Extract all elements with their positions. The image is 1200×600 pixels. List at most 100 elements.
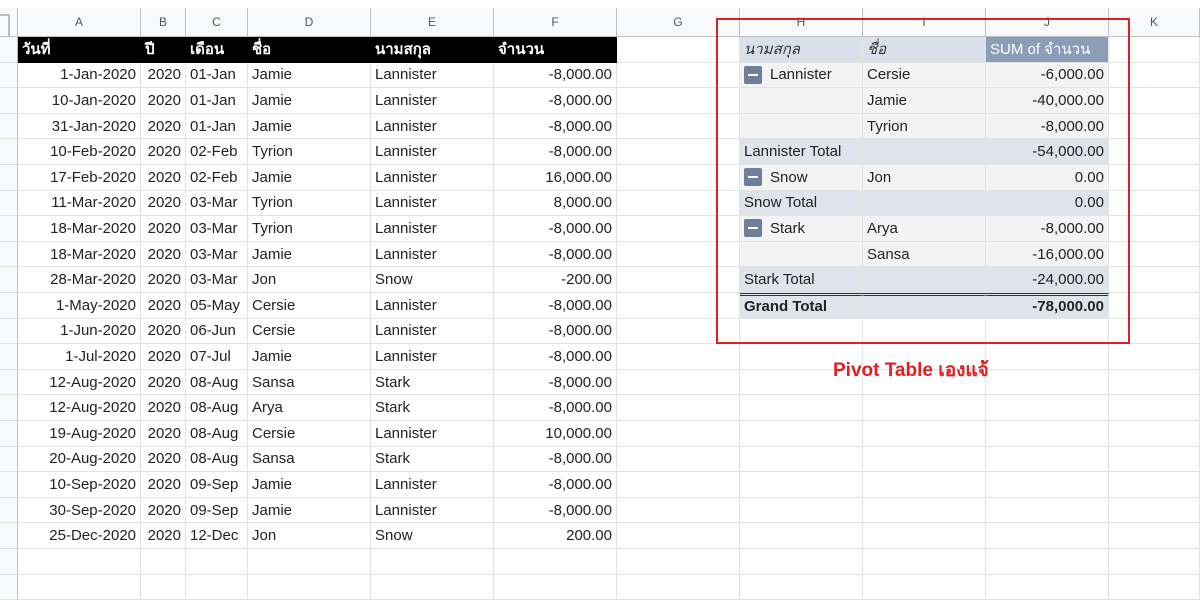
row-header[interactable]: [0, 62, 18, 89]
table-cell-first-name[interactable]: Sansa: [248, 369, 371, 396]
collapse-minus-icon[interactable]: [744, 219, 762, 238]
table-cell-amount[interactable]: -8,000.00: [494, 139, 617, 165]
pivot-cell-group[interactable]: Stark Total: [740, 267, 863, 293]
row-header[interactable]: [0, 88, 18, 114]
table-cell-month[interactable]: 03-Mar: [186, 267, 248, 293]
row-header[interactable]: [0, 523, 18, 549]
table-cell-year[interactable]: 2020: [141, 241, 186, 268]
table-cell-date[interactable]: 30-Sep-2020: [18, 497, 141, 524]
table-cell-date[interactable]: 19-Aug-2020: [18, 421, 141, 447]
empty-cell[interactable]: [1109, 165, 1200, 191]
table-cell-month[interactable]: 08-Aug: [186, 421, 248, 447]
pivot-cell-sum[interactable]: -6,000.00: [986, 62, 1109, 89]
table-cell-year[interactable]: 2020: [141, 267, 186, 293]
empty-cell[interactable]: [740, 446, 863, 473]
table-cell-last-name[interactable]: Stark: [371, 369, 494, 396]
empty-cell[interactable]: [863, 318, 986, 345]
table-cell-year[interactable]: 2020: [141, 62, 186, 89]
row-header[interactable]: [0, 574, 18, 600]
empty-cell[interactable]: [1109, 523, 1200, 549]
collapse-minus-icon[interactable]: [744, 168, 762, 187]
empty-cell[interactable]: [1109, 241, 1200, 268]
table-cell-first-name[interactable]: Jon: [248, 267, 371, 293]
table-cell-first-name[interactable]: Cersie: [248, 318, 371, 345]
table-cell-first-name[interactable]: Jamie: [248, 241, 371, 268]
row-header[interactable]: [0, 446, 18, 473]
table-cell-amount[interactable]: -8,000.00: [494, 62, 617, 89]
table-cell-amount[interactable]: 16,000.00: [494, 165, 617, 191]
table-cell-year[interactable]: 2020: [141, 113, 186, 140]
table-cell-date[interactable]: 28-Mar-2020: [18, 267, 141, 293]
empty-cell[interactable]: [986, 549, 1109, 575]
pivot-cell-name[interactable]: [863, 293, 986, 319]
table-cell-amount[interactable]: 200.00: [494, 523, 617, 549]
table-cell-year[interactable]: 2020: [141, 190, 186, 217]
empty-cell[interactable]: [617, 472, 740, 498]
pivot-cell-sum[interactable]: -8,000.00: [986, 216, 1109, 242]
table-cell-amount[interactable]: -8,000.00: [494, 446, 617, 473]
table-cell-month[interactable]: 09-Sep: [186, 497, 248, 524]
row-header[interactable]: [0, 497, 18, 524]
table-cell-date[interactable]: 17-Feb-2020: [18, 165, 141, 191]
table-cell-amount[interactable]: -8,000.00: [494, 344, 617, 370]
empty-cell[interactable]: [1109, 216, 1200, 242]
empty-cell[interactable]: [617, 523, 740, 549]
table-cell-first-name[interactable]: Jamie: [248, 472, 371, 498]
table-cell-last-name[interactable]: Lannister: [371, 88, 494, 114]
row-header[interactable]: [0, 549, 18, 575]
table-cell-first-name[interactable]: Jamie: [248, 497, 371, 524]
row-header[interactable]: [0, 190, 18, 217]
table-cell-year[interactable]: 2020: [141, 165, 186, 191]
header-amount[interactable]: จำนวน: [494, 37, 617, 63]
pivot-cell-group[interactable]: Lannister: [740, 62, 863, 89]
empty-cell[interactable]: [1109, 88, 1200, 114]
table-cell-month[interactable]: 01-Jan: [186, 62, 248, 89]
empty-cell[interactable]: [617, 497, 740, 524]
pivot-cell-name[interactable]: Cersie: [863, 62, 986, 89]
table-cell-first-name[interactable]: Tyrion: [248, 216, 371, 242]
pivot-header-last-name[interactable]: นามสกุล: [740, 37, 863, 63]
table-cell-last-name[interactable]: Lannister: [371, 472, 494, 498]
pivot-cell-group[interactable]: [740, 113, 863, 140]
table-cell-year[interactable]: 2020: [141, 139, 186, 165]
empty-cell[interactable]: [1109, 113, 1200, 140]
empty-cell[interactable]: [986, 395, 1109, 421]
column-header-k[interactable]: K: [1109, 8, 1200, 37]
pivot-cell-group[interactable]: Lannister Total: [740, 139, 863, 165]
empty-cell[interactable]: [617, 267, 740, 293]
table-cell-date[interactable]: 12-Aug-2020: [18, 369, 141, 396]
pivot-cell-sum[interactable]: -16,000.00: [986, 241, 1109, 268]
table-cell-year[interactable]: 2020: [141, 421, 186, 447]
row-header[interactable]: [0, 165, 18, 191]
empty-cell[interactable]: [986, 421, 1109, 447]
empty-cell[interactable]: [1109, 574, 1200, 600]
table-cell-date[interactable]: 10-Sep-2020: [18, 472, 141, 498]
table-cell-month[interactable]: 02-Feb: [186, 165, 248, 191]
empty-cell[interactable]: [617, 88, 740, 114]
empty-cell[interactable]: [863, 472, 986, 498]
empty-cell[interactable]: [141, 549, 186, 575]
empty-cell[interactable]: [1109, 267, 1200, 293]
row-header[interactable]: [0, 395, 18, 421]
empty-cell[interactable]: [1109, 293, 1200, 319]
table-cell-year[interactable]: 2020: [141, 472, 186, 498]
table-cell-first-name[interactable]: Jon: [248, 523, 371, 549]
table-cell-first-name[interactable]: Arya: [248, 395, 371, 421]
empty-cell[interactable]: [986, 446, 1109, 473]
table-cell-last-name[interactable]: Stark: [371, 395, 494, 421]
empty-cell[interactable]: [617, 241, 740, 268]
table-cell-last-name[interactable]: Lannister: [371, 241, 494, 268]
table-cell-amount[interactable]: -200.00: [494, 267, 617, 293]
empty-cell[interactable]: [986, 497, 1109, 524]
table-cell-last-name[interactable]: Lannister: [371, 216, 494, 242]
table-cell-month[interactable]: 03-Mar: [186, 190, 248, 217]
row-header[interactable]: [0, 421, 18, 447]
empty-cell[interactable]: [494, 549, 617, 575]
table-cell-first-name[interactable]: Cersie: [248, 293, 371, 319]
table-cell-date[interactable]: 10-Jan-2020: [18, 88, 141, 114]
table-cell-month[interactable]: 05-May: [186, 293, 248, 319]
pivot-cell-sum[interactable]: -8,000.00: [986, 113, 1109, 140]
pivot-cell-name[interactable]: Tyrion: [863, 113, 986, 140]
empty-cell[interactable]: [1109, 421, 1200, 447]
table-cell-date[interactable]: 10-Feb-2020: [18, 139, 141, 165]
